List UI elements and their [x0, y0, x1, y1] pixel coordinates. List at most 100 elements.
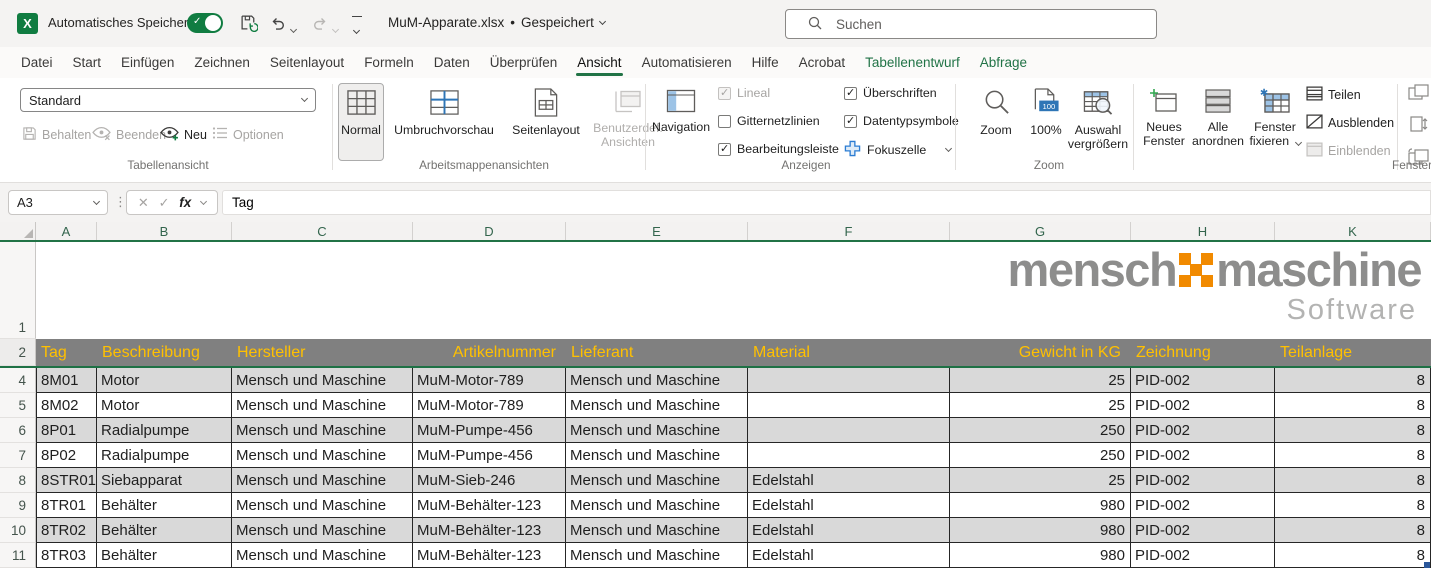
table-cell[interactable]: 8 [1275, 418, 1431, 443]
table-cell[interactable]: Mensch und Maschine [232, 493, 413, 518]
undo-icon[interactable] [270, 15, 286, 36]
table-cell[interactable]: Mensch und Maschine [566, 493, 748, 518]
table-cell[interactable]: Mensch und Maschine [566, 518, 748, 543]
table-cell[interactable]: MuM-Behälter-123 [413, 543, 566, 568]
tab-abfrage[interactable]: Abfrage [970, 47, 1037, 78]
row-header[interactable]: 11 [0, 543, 36, 568]
normal-view-button[interactable]: Normal [338, 88, 384, 137]
column-header-h[interactable]: H [1131, 222, 1275, 240]
tab-einfuegen[interactable]: Einfügen [111, 47, 184, 78]
table-cell[interactable]: PID-002 [1131, 493, 1275, 518]
gridlines-checkbox[interactable]: Gitternetzlinien [718, 114, 820, 128]
table-cell[interactable]: Motor [97, 368, 232, 393]
table-cell[interactable]: 8P02 [36, 443, 97, 468]
tab-acrobat[interactable]: Acrobat [789, 47, 856, 78]
table-cell[interactable]: Mensch und Maschine [232, 543, 413, 568]
row-header[interactable]: 1 [0, 242, 36, 339]
page-break-preview-button[interactable]: Umbruchvorschau [388, 88, 500, 137]
customize-quick-access-icon[interactable] [352, 16, 362, 38]
table-cell[interactable] [748, 368, 950, 393]
table-cell[interactable]: 8 [1275, 468, 1431, 493]
tab-ansicht[interactable]: Ansicht [567, 47, 631, 78]
table-cell[interactable]: 8 [1275, 393, 1431, 418]
column-header-e[interactable]: E [566, 222, 748, 240]
row-header[interactable]: 7 [0, 443, 36, 468]
tab-start[interactable]: Start [63, 47, 112, 78]
new-window-button[interactable]: Neues Fenster [1138, 88, 1190, 148]
search-input[interactable]: Suchen [785, 9, 1157, 39]
column-header-a[interactable]: A [36, 222, 97, 240]
table-cell[interactable]: Siebapparat [97, 468, 232, 493]
insert-function-icon[interactable]: fx [179, 195, 191, 210]
table-cell[interactable]: Mensch und Maschine [232, 518, 413, 543]
enter-check-icon[interactable]: ✓ [159, 195, 170, 211]
table-cell[interactable]: MuM-Pumpe-456 [413, 443, 566, 468]
zoom-100-button[interactable]: 100 100% [1022, 88, 1070, 137]
table-cell[interactable]: 8P01 [36, 418, 97, 443]
table-header-cell[interactable]: Material [748, 339, 950, 366]
tab-datei[interactable]: Datei [11, 47, 63, 78]
table-cell[interactable]: 8TR02 [36, 518, 97, 543]
headings-checkbox[interactable]: ✓ Überschriften [844, 86, 937, 100]
excel-app-icon[interactable]: X [17, 13, 38, 34]
split-button[interactable]: Teilen [1306, 86, 1361, 104]
table-header-cell[interactable]: Hersteller [232, 339, 413, 366]
table-cell[interactable]: PID-002 [1131, 468, 1275, 493]
exit-sheet-view-button[interactable]: Beenden [92, 126, 166, 144]
row-header[interactable]: 8 [0, 468, 36, 493]
table-header-cell[interactable]: Tag [36, 339, 97, 366]
table-cell[interactable]: Mensch und Maschine [566, 443, 748, 468]
row-header[interactable]: 10 [0, 518, 36, 543]
select-all-corner[interactable] [0, 222, 36, 240]
formula-input[interactable]: Tag [222, 190, 1431, 215]
table-cell[interactable]: PID-002 [1131, 418, 1275, 443]
freeze-panes-button[interactable]: ✱ Fenster fixieren [1246, 88, 1304, 148]
table-cell[interactable]: Mensch und Maschine [566, 393, 748, 418]
table-cell[interactable]: 8TR01 [36, 493, 97, 518]
table-cell[interactable]: 250 [950, 418, 1131, 443]
title-dropdown-chevron[interactable] [599, 17, 606, 24]
column-header-b[interactable]: B [97, 222, 232, 240]
table-cell[interactable]: 8M02 [36, 393, 97, 418]
table-cell[interactable]: 980 [950, 493, 1131, 518]
table-cell[interactable]: MuM-Motor-789 [413, 393, 566, 418]
table-header-cell[interactable]: Teilanlage [1275, 339, 1431, 366]
table-cell[interactable]: Motor [97, 393, 232, 418]
table-cell[interactable]: Mensch und Maschine [232, 443, 413, 468]
tab-formeln[interactable]: Formeln [354, 47, 424, 78]
tab-tabellenentwurf[interactable]: Tabellenentwurf [855, 47, 970, 78]
cancel-icon[interactable]: ✕ [138, 195, 149, 211]
table-cell[interactable]: Radialpumpe [97, 443, 232, 468]
table-cell[interactable]: 980 [950, 518, 1131, 543]
table-cell[interactable]: Edelstahl [748, 543, 950, 568]
table-cell[interactable]: PID-002 [1131, 443, 1275, 468]
table-header-cell[interactable]: Artikelnummer [413, 339, 566, 366]
table-cell[interactable]: MuM-Pumpe-456 [413, 418, 566, 443]
table-cell[interactable]: Edelstahl [748, 468, 950, 493]
unhide-button[interactable]: Einblenden [1306, 142, 1391, 160]
column-header-k[interactable]: K [1275, 222, 1431, 240]
tab-seitenlayout[interactable]: Seitenlayout [260, 47, 354, 78]
company-logo[interactable]: menschmaschine Software [1008, 246, 1421, 325]
table-cell[interactable]: Mensch und Maschine [566, 368, 748, 393]
table-cell[interactable]: Radialpumpe [97, 418, 232, 443]
column-header-c[interactable]: C [232, 222, 413, 240]
navigation-button[interactable]: Navigation [650, 88, 712, 134]
synchronous-scrolling-icon[interactable] [1408, 116, 1430, 138]
save-icon[interactable] [240, 14, 258, 37]
table-cell[interactable]: 8 [1275, 493, 1431, 518]
table-cell[interactable]: 25 [950, 393, 1131, 418]
table-cell[interactable]: Mensch und Maschine [566, 543, 748, 568]
autosave-toggle[interactable]: ✓ [187, 13, 223, 33]
table-cell[interactable]: Behälter [97, 518, 232, 543]
table-cell[interactable] [748, 393, 950, 418]
table-cell[interactable]: Edelstahl [748, 493, 950, 518]
redo-dropdown-chevron[interactable] [333, 19, 338, 37]
table-cell[interactable]: MuM-Sieb-246 [413, 468, 566, 493]
table-cell[interactable]: Mensch und Maschine [232, 368, 413, 393]
tab-automatisieren[interactable]: Automatisieren [632, 47, 742, 78]
redo-icon[interactable] [312, 15, 328, 36]
new-sheet-view-button[interactable]: Neu [160, 126, 207, 144]
row-header[interactable]: 4 [0, 368, 36, 393]
table-cell[interactable]: 25 [950, 468, 1131, 493]
